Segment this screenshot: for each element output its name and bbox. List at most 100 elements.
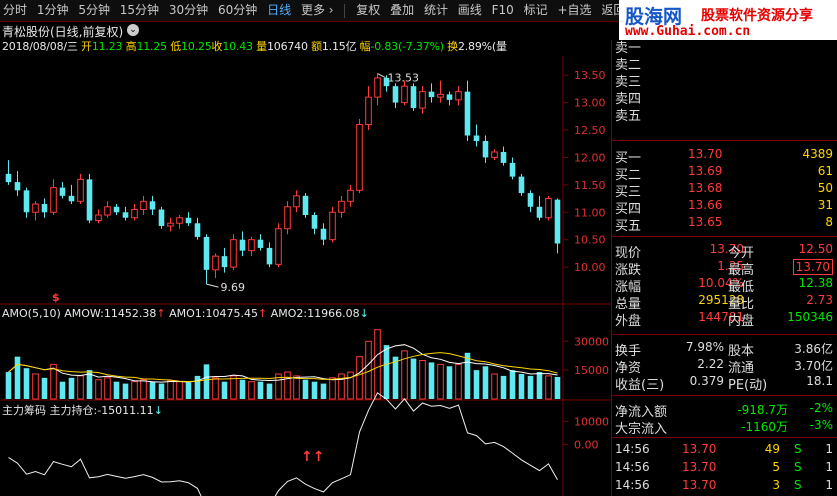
candle-body [536, 206, 543, 218]
amo-bar [527, 375, 534, 399]
candle-body [284, 206, 291, 230]
candle-body [185, 217, 192, 224]
amo-bar [536, 372, 543, 399]
candle-body [428, 91, 435, 98]
candle-body [338, 200, 345, 213]
flow-pct: -3% [809, 418, 833, 432]
amo-bar [185, 382, 192, 399]
zl-tick-label: 10000 [574, 415, 609, 428]
candle-body [527, 193, 534, 207]
amo-bar [32, 373, 39, 400]
panel-divider [612, 334, 837, 335]
flow-label: 大宗流入 [615, 422, 668, 437]
amo-bar [59, 381, 66, 399]
min-pointer [206, 283, 219, 288]
amo-bar [203, 364, 210, 399]
panel-divider [612, 395, 837, 396]
amo-bar [176, 381, 183, 400]
amo-bar [293, 375, 300, 400]
candle-body [392, 86, 399, 103]
candle-body [302, 195, 309, 216]
amo-name: AMO(5,10) [2, 307, 61, 320]
candle-body [77, 178, 84, 202]
amo1-label: AMO1: [169, 307, 206, 320]
candle-body [59, 187, 66, 196]
stat-value: 18.1 [806, 374, 833, 388]
amo-bar [428, 362, 435, 399]
amo-bar [329, 377, 336, 400]
trade-count: 1 [825, 460, 833, 474]
down-arrow-icon: ↓ [359, 307, 369, 320]
amo-bar [14, 356, 21, 399]
bid-price: 13.70 [688, 147, 723, 161]
amo-bar [446, 366, 453, 399]
amo-bar [77, 375, 84, 400]
buy-signal-icon: ↑↑ [301, 449, 324, 465]
candle-body [239, 239, 246, 251]
amo-bar [410, 358, 417, 399]
candle-body [320, 228, 327, 240]
candle-body [446, 94, 453, 100]
panel-divider [612, 437, 837, 438]
price-tick-label: 13.00 [574, 97, 606, 110]
amo-tick-label: 30000 [574, 335, 609, 348]
stat-value: 3.70亿 [794, 359, 833, 373]
amo-bar [266, 383, 273, 399]
quote-value: 150346 [787, 310, 833, 324]
amo-bar [347, 371, 354, 400]
amo-tick-label: 15000 [574, 364, 609, 377]
candle-body [203, 236, 210, 270]
amo-bar [491, 373, 498, 400]
price-tick-label: 11.00 [574, 206, 606, 219]
bid-price: 13.69 [688, 164, 723, 178]
candle-body [374, 77, 381, 98]
candle-body [140, 200, 147, 211]
stat-label: PE(动) [728, 378, 768, 393]
candle-body [41, 204, 48, 213]
trade-count: 1 [825, 478, 833, 492]
candle-body [95, 214, 102, 221]
amo-bar [41, 377, 48, 399]
trade-time: 14:56 [615, 460, 650, 474]
amo-bar [392, 356, 399, 399]
amo-bar [5, 372, 12, 399]
candle-body [491, 151, 498, 158]
orderbook-divider [612, 140, 837, 141]
amo-bar [509, 370, 516, 399]
amo2-value: 11966.08 [307, 307, 360, 320]
candle-body [230, 239, 237, 268]
price-tick-label: 13.50 [574, 69, 606, 82]
candle-body [68, 195, 75, 202]
amo-bar [23, 368, 30, 399]
candle-body [311, 215, 318, 229]
amo-bar [455, 363, 462, 400]
bid-volume: 4389 [802, 147, 833, 161]
max-pointer [377, 73, 386, 78]
up-arrow-icon: ↑ [257, 307, 268, 320]
candle-body [194, 223, 201, 237]
candle-body [257, 239, 264, 248]
amo-bar [212, 377, 219, 400]
amo-bar [158, 383, 165, 399]
amow-value: 11452.38 [103, 307, 157, 320]
price-tick-label: 11.50 [574, 179, 606, 192]
orderbook-divider [612, 236, 837, 237]
amo-bar [257, 381, 264, 399]
trade-side: S [794, 442, 802, 456]
amo-bar [482, 366, 489, 399]
stat-value: 2.22 [697, 357, 724, 371]
amo-bar [221, 381, 228, 399]
candle-body [275, 228, 282, 265]
amo-bar [68, 377, 75, 399]
amo-bar [248, 381, 255, 400]
quote-value: 12.50 [798, 242, 833, 256]
amo-bar [554, 376, 561, 399]
max-price-label: 13.53 [388, 72, 420, 85]
bid-price: 13.65 [688, 215, 723, 229]
up-arrow-icon: ↑ [156, 307, 166, 320]
candle-body [113, 206, 120, 213]
trade-volume: 5 [772, 460, 780, 474]
trade-price: 13.70 [682, 478, 717, 492]
candle-body [410, 86, 417, 109]
kline-chart[interactable]: 13.50 13.00 12.50 12.00 11.50 11.00 10.50 10.00… [0, 0, 611, 496]
